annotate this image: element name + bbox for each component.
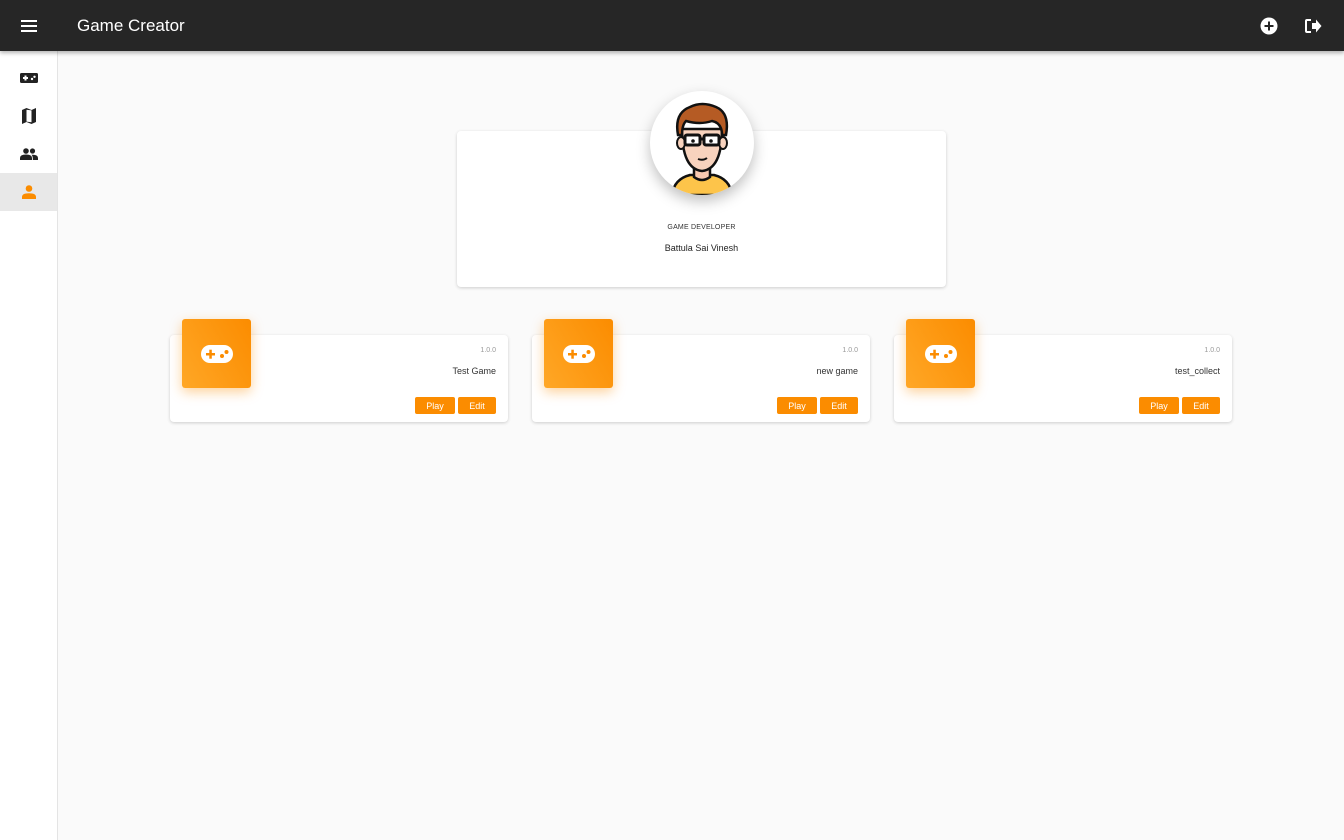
game-version: 1.0.0 — [842, 347, 858, 354]
game-name: Test Game — [452, 366, 496, 376]
profile-role: GAME DEVELOPER — [667, 224, 736, 231]
menu-button[interactable] — [0, 0, 58, 51]
gamepad-icon — [200, 344, 233, 363]
developer-avatar-illustration — [670, 102, 734, 195]
edit-button[interactable]: Edit — [1182, 397, 1220, 414]
game-thumbnail — [906, 319, 975, 388]
gamepad-icon — [562, 344, 595, 363]
game-card: 1.0.0 test_collect Play Edit — [894, 319, 1232, 422]
logout-icon — [1305, 18, 1322, 33]
map-icon — [21, 108, 36, 124]
edit-button[interactable]: Edit — [820, 397, 858, 414]
play-button[interactable]: Play — [415, 397, 455, 414]
sidebar-item-profile[interactable] — [0, 173, 57, 211]
sidebar-item-people[interactable] — [0, 135, 57, 173]
game-name: new game — [816, 366, 858, 376]
profile-name: Battula Sai Vinesh — [664, 243, 739, 253]
game-name: test_collect — [1174, 366, 1220, 376]
sidebar-item-games[interactable] — [0, 59, 57, 97]
game-version: 1.0.0 — [1204, 347, 1220, 354]
gamepad-icon — [924, 344, 957, 363]
people-icon — [19, 148, 38, 160]
sidebar — [0, 51, 58, 840]
game-card: 1.0.0 Test Game Play Edit — [170, 319, 508, 422]
sidebar-item-maps[interactable] — [0, 97, 57, 135]
app-bar: Game Creator — [0, 0, 1344, 51]
app-title: Game Creator — [77, 15, 185, 35]
developer-avatar — [650, 91, 754, 195]
play-button[interactable]: Play — [1139, 397, 1179, 414]
game-card: 1.0.0 new game Play Edit — [532, 319, 870, 422]
game-thumbnail — [182, 319, 251, 388]
person-icon — [21, 185, 36, 199]
gamepad-icon — [19, 73, 38, 83]
plus-circle-icon — [1260, 17, 1278, 34]
logout-button[interactable] — [1302, 15, 1324, 37]
edit-button[interactable]: Edit — [458, 397, 496, 414]
game-thumbnail — [544, 319, 613, 388]
game-version: 1.0.0 — [480, 347, 496, 354]
hamburger-menu-icon — [21, 19, 37, 32]
play-button[interactable]: Play — [777, 397, 817, 414]
add-game-button[interactable] — [1258, 15, 1280, 37]
